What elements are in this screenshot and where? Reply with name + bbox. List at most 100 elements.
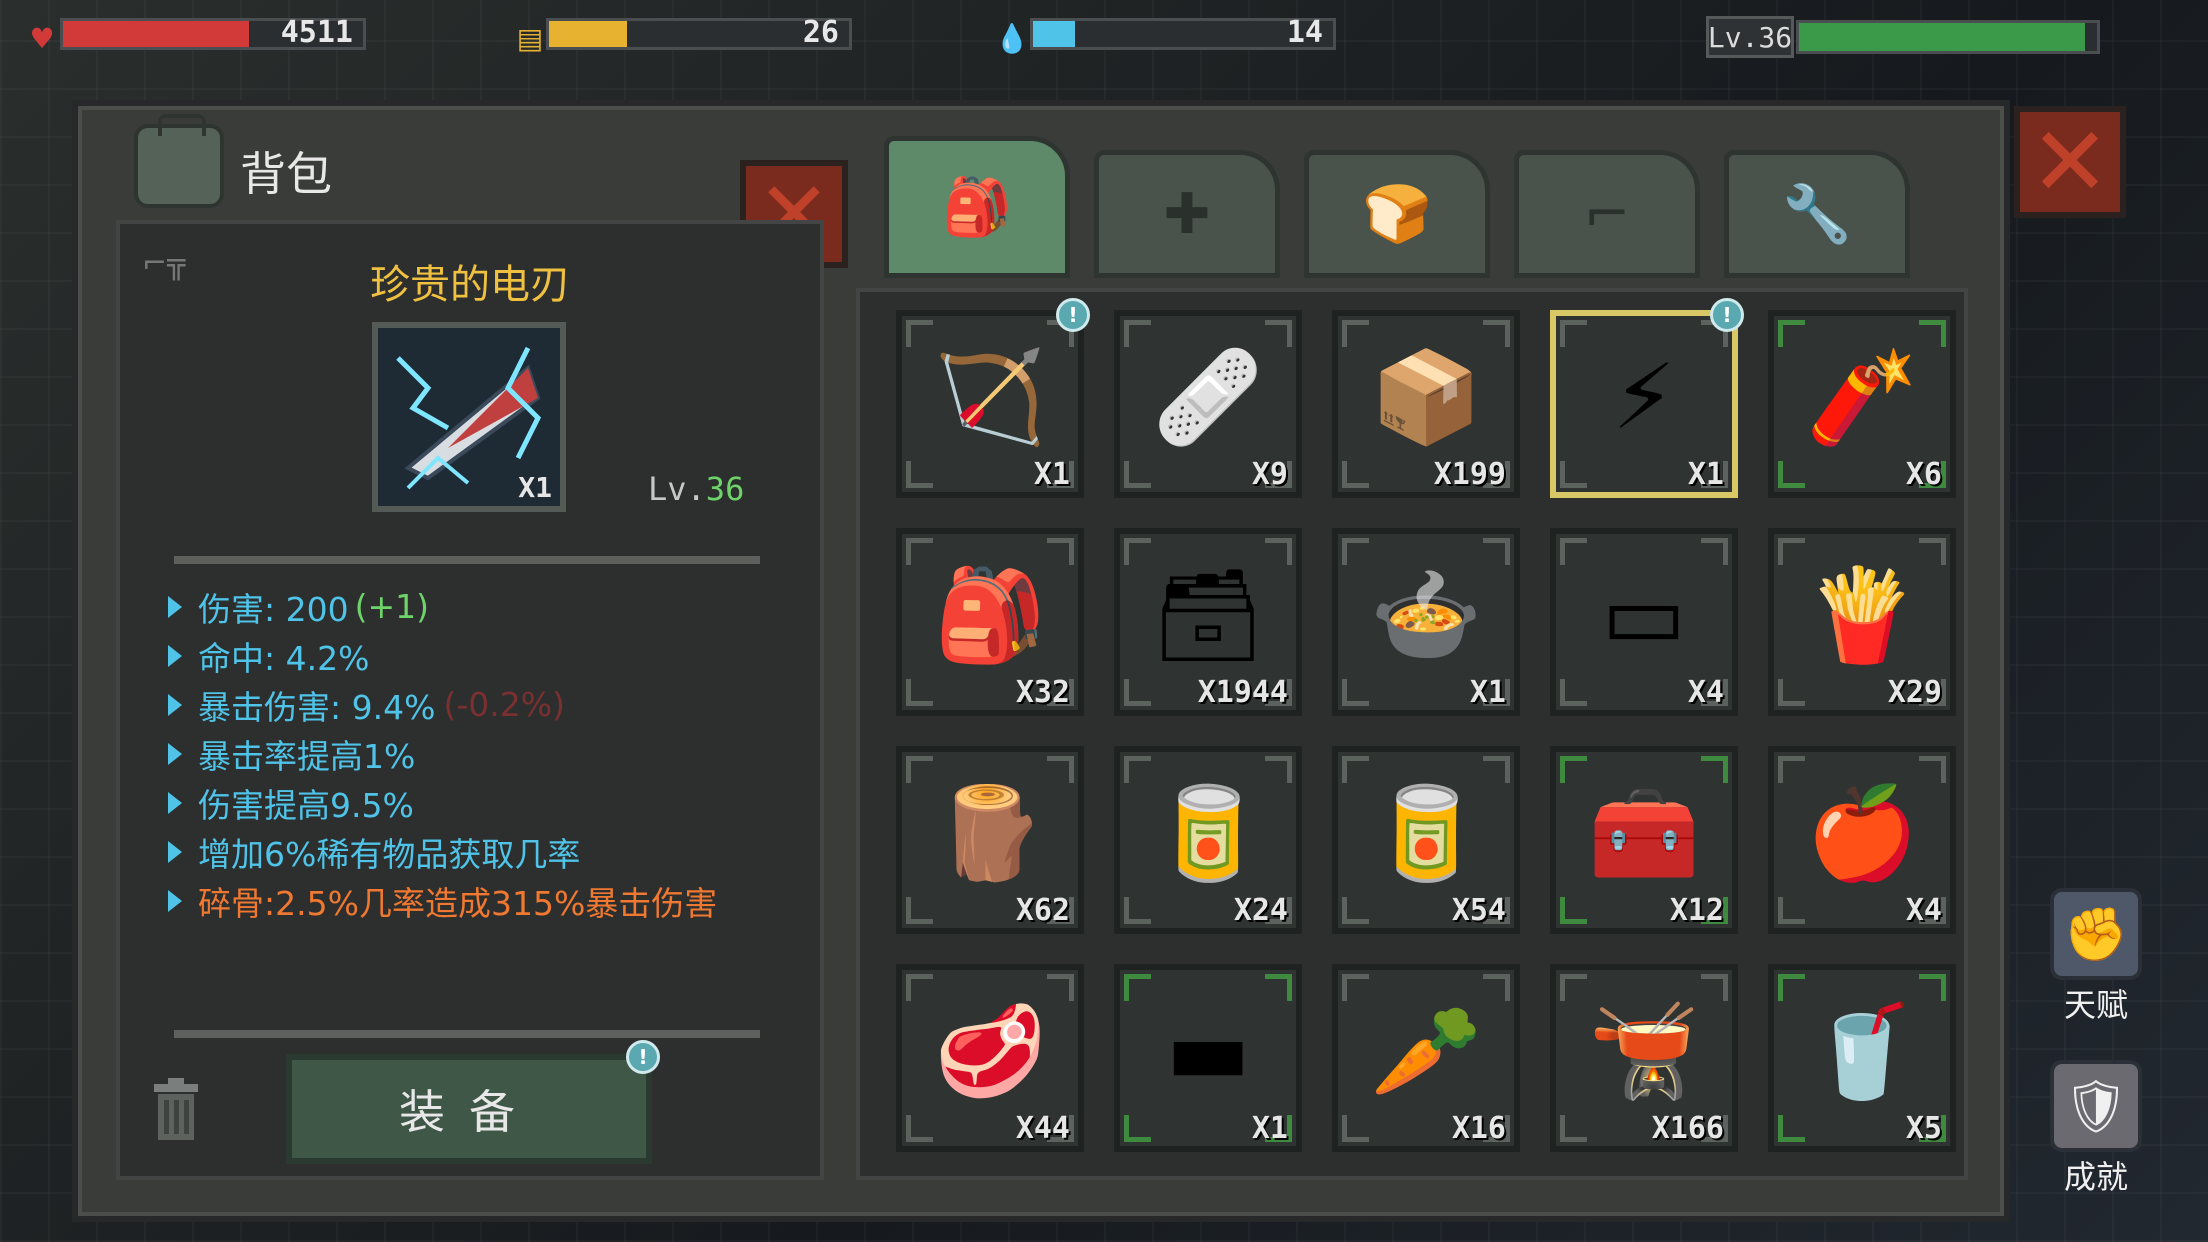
inventory-slot[interactable]: 🎒 X32 — [896, 528, 1084, 716]
tab-backpack[interactable]: 🎒 — [884, 136, 1070, 278]
item-stat: 暴击率提高1% — [168, 729, 717, 778]
electric-blade-icon: ⚡ — [1612, 345, 1676, 450]
inventory-slot[interactable]: 🧰 X12 — [1550, 746, 1738, 934]
backpack-icon: 🎒 — [942, 175, 1012, 240]
item-stat-label: 伤害: 200 — [198, 589, 349, 629]
talent-button[interactable]: ✊ 天赋 — [2036, 888, 2156, 1026]
slot-count: X9 — [1251, 457, 1288, 492]
slot-count: X1 — [1469, 675, 1506, 710]
player-level-badge: Lv.36 — [1706, 16, 1794, 58]
slot-count: X44 — [1015, 1111, 1070, 1146]
slot-corner — [1778, 679, 1805, 706]
inventory-slot[interactable]: ⚡ X1 — [1550, 310, 1738, 498]
slot-count: X4 — [1687, 675, 1724, 710]
raw-meat-icon: 🥩 — [933, 999, 1047, 1104]
inventory-slot[interactable]: ▭ X4 — [1550, 528, 1738, 716]
item-level-prefix: Lv. — [648, 470, 706, 508]
trash-icon[interactable] — [150, 1078, 202, 1142]
item-stat-label: 碎骨:2.5%几率造成315%暴击伤害 — [198, 883, 718, 923]
inventory-slot[interactable]: 🍎 X4 — [1768, 746, 1956, 934]
detail-divider-top — [174, 556, 760, 564]
inventory-slot[interactable]: 🪵 X62 — [896, 746, 1084, 934]
inventory-slot[interactable]: 🏹 X1 — [896, 310, 1084, 498]
health-value: 4511 — [280, 15, 353, 50]
inventory-slot[interactable]: 🩹 X9 — [1114, 310, 1302, 498]
inventory-slot[interactable]: 🥫 X24 — [1114, 746, 1302, 934]
inventory-slot[interactable]: 🫕 X166 — [1550, 964, 1738, 1152]
tab-weapons[interactable]: ⌐ — [1514, 150, 1700, 278]
backpack-icon — [134, 114, 224, 208]
experience-bar — [1796, 20, 2100, 54]
slot-corner — [1778, 897, 1805, 924]
inventory-slot[interactable]: 🍲 X1 — [1332, 528, 1520, 716]
equip-button[interactable]: 装备 — [286, 1054, 652, 1164]
item-stat: 增加6%稀有物品获取几率 — [168, 827, 717, 876]
slot-count: X54 — [1451, 893, 1506, 928]
juice-icon: 🥤 — [1805, 999, 1919, 1104]
slot-count: X62 — [1015, 893, 1070, 928]
talent-label: 天赋 — [2063, 986, 2128, 1024]
new-item-badge: ! — [1056, 298, 1090, 332]
slot-count: X1 — [1687, 457, 1724, 492]
food-icon: ▤ — [516, 21, 544, 55]
metal-plate-icon: ▬ — [1165, 999, 1251, 1104]
coal-wood-icon: 🪵 — [933, 781, 1047, 886]
slot-count: X4 — [1905, 893, 1942, 928]
panel-close-button[interactable]: ✕ — [2014, 106, 2126, 218]
close-icon: ✕ — [2029, 106, 2111, 218]
item-stat: 伤害: 200 (+1) — [168, 582, 717, 631]
item-name: 珍贵的电刃 — [370, 262, 570, 308]
slot-count: X5 — [1905, 1111, 1942, 1146]
chips-bag-icon: 🍟 — [1805, 563, 1919, 668]
inventory-slot[interactable]: 📦 X199 — [1332, 310, 1520, 498]
item-stats-list: 伤害: 200 (+1) 命中: 4.2% 暴击伤害: 9.4% (-0.2%) 暴击率提… — [168, 582, 717, 925]
shield-icon: 🛡 — [2050, 1060, 2142, 1152]
inventory-slot[interactable]: 🥩 X44 — [896, 964, 1084, 1152]
achievement-button[interactable]: 🛡 成就 — [2036, 1060, 2156, 1198]
slot-corner — [1560, 1115, 1587, 1142]
water-value: 14 — [1286, 15, 1323, 50]
tab-food[interactable]: 🍞 — [1304, 150, 1490, 278]
fist-icon: ✊ — [2050, 888, 2142, 980]
slot-count: X166 — [1651, 1111, 1724, 1146]
inventory-slot[interactable]: 🗃 X1944 — [1114, 528, 1302, 716]
inventory-slot[interactable]: 🥕 X16 — [1332, 964, 1520, 1152]
detail-divider-bottom — [174, 1030, 760, 1038]
slot-corner — [906, 461, 933, 488]
medical-bag-icon: 🎒 — [933, 563, 1047, 668]
inventory-slot[interactable]: 🍟 X29 — [1768, 528, 1956, 716]
slot-corner — [1124, 461, 1151, 488]
slot-corner — [1124, 1115, 1151, 1142]
slot-corner — [1124, 897, 1151, 924]
slot-corner — [1342, 679, 1369, 706]
cloth-icon: ▭ — [1601, 563, 1687, 668]
slot-corner — [1560, 461, 1587, 488]
bullet-triangle-icon — [168, 693, 182, 716]
bullet-triangle-icon — [168, 644, 182, 667]
slot-count: X29 — [1887, 675, 1942, 710]
equip-notification-badge: ! — [626, 1040, 660, 1074]
tab-tools[interactable]: 🔧 — [1724, 150, 1910, 278]
item-stat-delta: (+1) — [354, 587, 430, 626]
food-bar-fill — [549, 21, 627, 47]
bullet-triangle-icon — [168, 742, 182, 765]
slot-corner — [1560, 679, 1587, 706]
bandage-icon: 🩹 — [1151, 345, 1265, 450]
experience-bar-fill — [1799, 23, 2086, 51]
tab-medical[interactable]: ✚ — [1094, 150, 1280, 278]
food-bar: 26 — [546, 15, 852, 50]
weapon-type-icon: ⌐╦ — [142, 246, 186, 281]
inventory-slot[interactable]: ▬ X1 — [1114, 964, 1302, 1152]
item-stat-label: 伤害提高9.5% — [198, 785, 414, 825]
item-stat: 命中: 4.2% — [168, 631, 717, 680]
item-stat: 碎骨:2.5%几率造成315%暴击伤害 — [168, 876, 717, 925]
health-bar-fill — [63, 21, 249, 47]
inventory-slot[interactable]: 🥫 X54 — [1332, 746, 1520, 934]
item-level-value: 36 — [705, 470, 745, 508]
water-icon: 💧 — [994, 21, 1030, 55]
slot-corner — [1342, 1115, 1369, 1142]
inventory-slot[interactable]: 🧨 X6 — [1768, 310, 1956, 498]
new-item-badge: ! — [1710, 298, 1744, 332]
item-stat-label: 命中: 4.2% — [198, 638, 370, 678]
inventory-slot[interactable]: 🥤 X5 — [1768, 964, 1956, 1152]
